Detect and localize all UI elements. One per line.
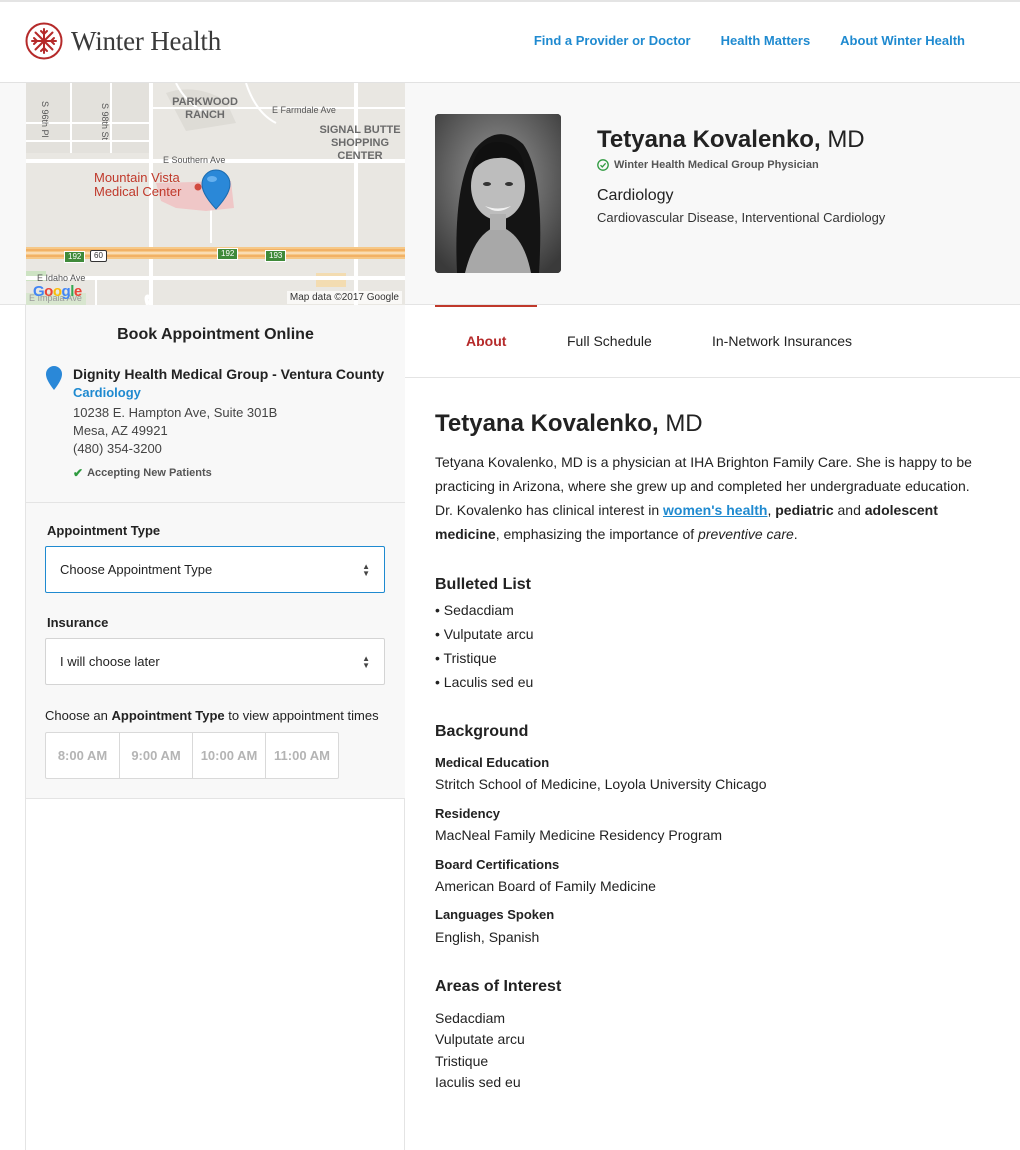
list-item: • Vulputate arcu — [435, 626, 534, 642]
medical-education-label: Medical Education — [435, 755, 550, 770]
bio-italic: preventive care — [698, 526, 794, 542]
doctor-photo — [435, 114, 561, 273]
logo[interactable]: Winter Health — [25, 22, 221, 60]
list-item: • Sedacdiam — [435, 602, 514, 618]
map-route-192-shield: 192 — [64, 251, 86, 263]
tab-in-network-insurances[interactable]: In-Network Insurances — [712, 333, 852, 349]
appointment-type-select[interactable]: Choose Appointment Type ▲ ▼ — [45, 546, 385, 593]
appointment-type-label: Appointment Type — [47, 523, 161, 538]
board-certifications-label: Board Certifications — [435, 857, 560, 872]
book-appointment-title: Book Appointment Online — [117, 326, 314, 343]
check-circle-icon — [597, 159, 609, 171]
map-attribution: Map data ©2017 Google — [286, 291, 402, 304]
doctor-portrait — [435, 114, 561, 273]
map-route-193-shield: 193 — [265, 250, 287, 262]
list-item: • Laculis sed eu — [435, 674, 534, 690]
checkmark-icon: ✔ — [73, 466, 84, 480]
doctor-subspecialties: Cardiovascular Disease, Interventional C… — [597, 210, 886, 225]
bio-bold: pediatric — [775, 502, 834, 518]
medical-group-text: Winter Health Medical Group Physician — [614, 159, 819, 171]
insurance-label: Insurance — [47, 615, 109, 630]
main-nav: Find a Provider or Doctor Health Matters… — [534, 33, 965, 48]
areas-of-interest-heading: Areas of Interest — [435, 978, 562, 995]
map-route-192-shield-2: 192 — [217, 248, 239, 260]
divider — [26, 502, 405, 503]
select-arrows-icon: ▲ ▼ — [362, 653, 370, 670]
bio-text: and — [833, 502, 865, 518]
booking-sidebar: Book Appointment Online Dignity Health M… — [25, 305, 405, 1150]
nav-find-provider[interactable]: Find a Provider or Doctor — [534, 33, 691, 48]
doctor-credential: MD — [827, 126, 865, 153]
map-street-farmdale: E Farmdale Ave — [272, 105, 336, 115]
map-street-s98: S 98th St — [100, 103, 110, 141]
doctor-name: Tetyana Kovalenko, MD — [597, 126, 865, 154]
time-slot[interactable]: 11:00 AM — [265, 733, 338, 778]
time-slots: 8:00 AM 9:00 AM 10:00 AM 11:00 AM — [45, 732, 339, 779]
location-name[interactable]: Dignity Health Medical Group - Ventura C… — [73, 366, 384, 382]
active-tab-indicator — [435, 305, 537, 307]
medical-education-value: Stritch School of Medicine, Loyola Unive… — [435, 776, 767, 792]
select-arrows-icon: ▲ ▼ — [362, 561, 370, 578]
languages-value: English, Spanish — [435, 929, 540, 945]
interest-item: Vulputate arcu — [435, 1031, 525, 1047]
hint-bold: Appointment Type — [111, 708, 225, 723]
logo-text: Winter Health — [71, 25, 222, 56]
about-doctor-name: Tetyana Kovalenko, MD — [435, 410, 703, 438]
about-credential: MD — [665, 410, 703, 437]
bio-text: . — [793, 526, 798, 542]
insurance-value: I will choose later — [60, 654, 160, 669]
residency-value: MacNeal Family Medicine Residency Progra… — [435, 827, 723, 843]
womens-health-link[interactable]: women's health — [663, 502, 767, 518]
residency-label: Residency — [435, 806, 501, 821]
hint-prefix: Choose an — [45, 708, 108, 723]
accepting-patients-badge: ✔ Accepting New Patients — [73, 466, 212, 480]
profile-tabs: About Full Schedule In-Network Insurance… — [405, 305, 1020, 378]
booking-panel: Book Appointment Online Dignity Health M… — [26, 305, 405, 799]
map-street-s96: S 96th Pl — [40, 101, 50, 138]
choose-appointment-hint: Choose an Appointment Type to view appoi… — [45, 708, 379, 723]
google-logo: Google — [33, 283, 82, 300]
doctor-bio: Tetyana Kovalenko, MD is a physician at … — [435, 450, 975, 546]
time-slot[interactable]: 10:00 AM — [192, 733, 265, 778]
hint-suffix: to view appointment times — [228, 708, 379, 723]
doctor-specialty: Cardiology — [597, 187, 674, 204]
appointment-type-value: Choose Appointment Type — [60, 562, 213, 577]
accepting-text: Accepting New Patients — [87, 467, 212, 479]
map-label-signal-butte: SIGNAL BUTTE SHOPPING CENTER — [319, 124, 401, 162]
board-certifications-value: American Board of Family Medicine — [435, 878, 656, 894]
about-name-text: Tetyana Kovalenko, — [435, 410, 659, 437]
location-specialty-link[interactable]: Cardiology — [73, 385, 141, 400]
medical-group-badge: Winter Health Medical Group Physician — [597, 159, 819, 171]
address-line2: Mesa, AZ 49921 — [73, 423, 168, 438]
tab-about[interactable]: About — [466, 333, 506, 349]
nav-health-matters[interactable]: Health Matters — [721, 33, 811, 48]
bulleted-list-heading: Bulleted List — [435, 576, 532, 593]
map-route-60-shield: 60 — [90, 250, 107, 262]
map-label-parkwood: PARKWOOD RANCH — [172, 96, 238, 121]
list-item: • Tristique — [435, 650, 497, 666]
snowflake-logo-icon — [25, 22, 63, 60]
map-street-southern: E Southern Ave — [163, 155, 226, 165]
site-header: Winter Health Find a Provider or Doctor … — [0, 2, 1020, 83]
address-line1: 10238 E. Hampton Ave, Suite 301B — [73, 405, 278, 420]
time-slot[interactable]: 8:00 AM — [46, 733, 119, 778]
tab-full-schedule[interactable]: Full Schedule — [567, 333, 652, 349]
location-pin-icon — [46, 366, 62, 390]
bio-text: , emphasizing the importance of — [495, 526, 699, 542]
time-slot[interactable]: 9:00 AM — [119, 733, 192, 778]
location-phone[interactable]: (480) 354-3200 — [73, 441, 162, 456]
interest-item: Tristique — [435, 1053, 489, 1069]
map-street-idaho: E Idaho Ave — [37, 273, 86, 283]
nav-about[interactable]: About Winter Health — [840, 33, 965, 48]
doctor-name-text: Tetyana Kovalenko, — [597, 126, 821, 153]
location-map[interactable]: PARKWOOD RANCH SIGNAL BUTTE SHOPPING CEN… — [26, 83, 405, 305]
interest-item: Sedacdiam — [435, 1010, 506, 1026]
map-poi-mountain-vista[interactable]: Mountain Vista Medical Center — [94, 171, 204, 199]
languages-label: Languages Spoken — [435, 907, 555, 922]
interest-item: Iaculis sed eu — [435, 1074, 521, 1090]
insurance-select[interactable]: I will choose later ▲ ▼ — [45, 638, 385, 685]
background-heading: Background — [435, 723, 529, 740]
